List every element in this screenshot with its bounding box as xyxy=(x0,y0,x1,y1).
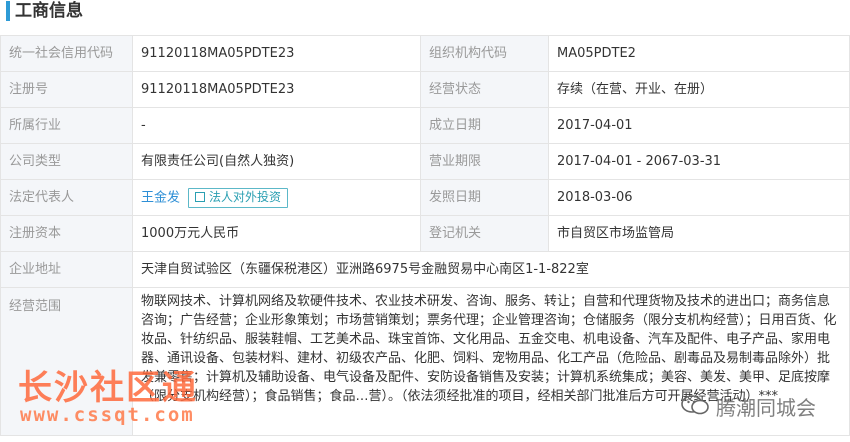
industry-label: 所属行业 xyxy=(0,107,133,144)
table-row: 注册资本 1000万元人民币 登记机关 市自贸区市场监管局 xyxy=(0,215,850,252)
legal-rep-cell: 王金发 法人对外投资 xyxy=(132,179,421,216)
section-accent-bar xyxy=(6,1,10,21)
table-row: 公司类型 有限责任公司(自然人独资) 营业期限 2017-04-01 - 206… xyxy=(0,143,850,180)
table-row: 注册号 91120118MA05PDTE23 经营状态 存续（在营、开业、在册） xyxy=(0,71,850,108)
table-row: 统一社会信用代码 91120118MA05PDTE23 组织机构代码 MA05P… xyxy=(0,35,850,72)
org-code-label: 组织机构代码 xyxy=(420,35,549,72)
term-label: 营业期限 xyxy=(420,143,549,180)
company-type-label: 公司类型 xyxy=(0,143,133,180)
authority-label: 登记机关 xyxy=(420,215,549,252)
established-value: 2017-04-01 xyxy=(548,107,850,144)
section-title: 工商信息 xyxy=(15,1,83,21)
watermark-logo-right: 腾潮同城会 xyxy=(676,390,846,420)
reg-no-label: 注册号 xyxy=(0,71,133,108)
legal-rep-investment-button[interactable]: 法人对外投资 xyxy=(188,187,289,208)
credit-code-label: 统一社会信用代码 xyxy=(0,35,133,72)
watermark-right-text: 腾潮同城会 xyxy=(716,396,816,420)
issue-date-label: 发照日期 xyxy=(420,179,549,216)
table-row: 企业地址 天津自贸试验区（东疆保税港区）亚洲路6975号金融贸易中心南区1-1-… xyxy=(0,251,850,288)
investment-button-label: 法人对外投资 xyxy=(209,189,282,204)
industry-value: - xyxy=(132,107,421,144)
table-row: 所属行业 - 成立日期 2017-04-01 xyxy=(0,107,850,144)
watermark-title: 长沙社区通 xyxy=(18,368,198,408)
legal-rep-link[interactable]: 王金发 xyxy=(141,190,180,205)
term-value: 2017-04-01 - 2067-03-31 xyxy=(548,143,850,180)
reg-no-value: 91120118MA05PDTE23 xyxy=(132,71,421,108)
authority-value: 市自贸区市场监管局 xyxy=(548,215,850,252)
wechat-icon xyxy=(681,395,709,415)
status-value: 存续（在营、开业、在册） xyxy=(548,71,850,108)
legal-rep-label: 法定代表人 xyxy=(0,179,133,216)
watermark-url: www.cssqt.com xyxy=(20,404,195,426)
credit-code-value: 91120118MA05PDTE23 xyxy=(132,35,421,72)
issue-date-value: 2018-03-06 xyxy=(548,179,850,216)
watermark-logo-left: 长沙社区通 www.cssqt.com xyxy=(18,360,208,440)
org-code-value: MA05PDTE2 xyxy=(548,35,850,72)
capital-value: 1000万元人民币 xyxy=(132,215,421,252)
capital-label: 注册资本 xyxy=(0,215,133,252)
company-type-value: 有限责任公司(自然人独资) xyxy=(132,143,421,180)
address-value: 天津自贸试验区（东疆保税港区）亚洲路6975号金融贸易中心南区1-1-822室 xyxy=(132,251,850,288)
address-label: 企业地址 xyxy=(0,251,133,288)
status-label: 经营状态 xyxy=(420,71,549,108)
established-label: 成立日期 xyxy=(420,107,549,144)
investment-icon xyxy=(195,191,206,202)
table-row: 法定代表人 王金发 法人对外投资 发照日期 2018-03-06 xyxy=(0,179,850,216)
section-header: 工商信息 xyxy=(0,0,850,24)
